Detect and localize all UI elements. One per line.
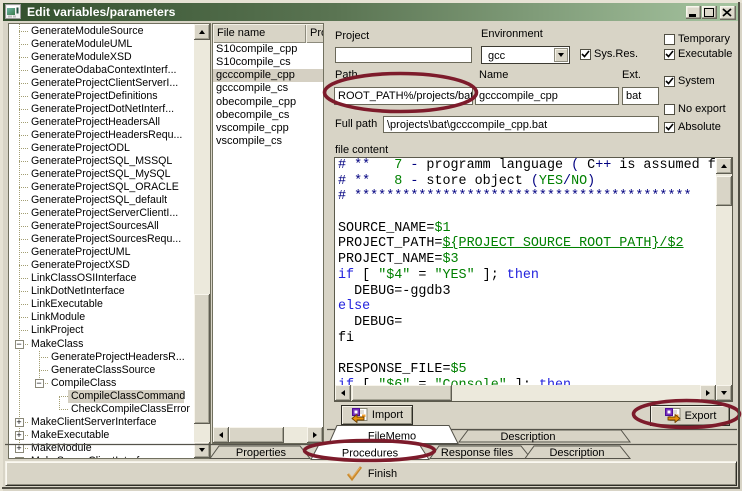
svg-text:Response files: Response files: [441, 447, 514, 459]
svg-text:Procedures: Procedures: [342, 448, 399, 460]
svg-text:Description: Description: [549, 447, 604, 459]
svg-text:Properties: Properties: [236, 447, 287, 459]
